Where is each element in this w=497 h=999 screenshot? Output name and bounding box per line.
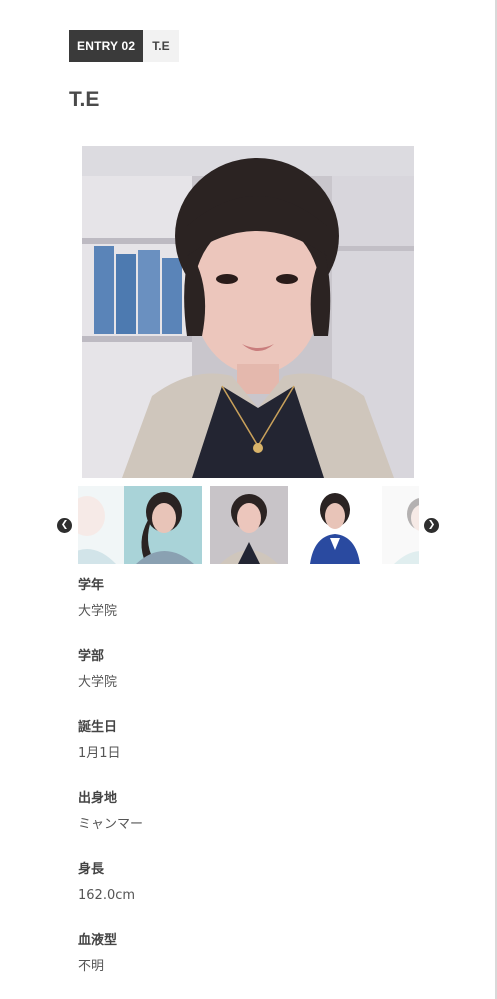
thumbnail-image	[210, 486, 288, 564]
thumbnail-item[interactable]	[210, 486, 288, 564]
thumbnail-image	[382, 486, 419, 564]
carousel-prev-button[interactable]: ❮	[57, 518, 72, 533]
entry-number: ENTRY 02	[69, 30, 144, 62]
field-value: 大学院	[78, 604, 118, 619]
thumbnail-item[interactable]	[78, 486, 126, 564]
field-value: 不明	[78, 959, 105, 974]
field-label: 出身地	[78, 791, 118, 806]
thumbnail-item[interactable]	[382, 486, 419, 564]
profile-details: 学年 大学院 学部 大学院 誕生日 1月1日 出身地 ミャンマー 身長 162.…	[78, 575, 418, 999]
field-label: 血液型	[78, 933, 118, 948]
entry-badge: ENTRY 02 T.E	[69, 30, 179, 62]
field-label: 誕生日	[78, 720, 118, 735]
thumbnail-item[interactable]	[124, 486, 202, 564]
field-label: 学年	[78, 578, 105, 593]
field-label: 身長	[78, 862, 105, 877]
entry-page: ENTRY 02 T.E T.E ❮ ❯ 学年 大学院 学部 大学院 誕生日 1…	[0, 0, 497, 999]
profile-field-height: 身長 162.0cm	[78, 859, 418, 930]
field-value: ミャンマー	[78, 817, 144, 832]
chevron-left-icon: ❮	[60, 520, 69, 530]
profile-field-hometown: 出身地 ミャンマー	[78, 788, 418, 859]
field-value: 162.0cm	[78, 888, 136, 903]
thumbnail-image	[124, 486, 202, 564]
candidate-name: T.E	[69, 88, 100, 111]
field-value: 大学院	[78, 675, 118, 690]
field-value: 1月1日	[78, 746, 121, 761]
profile-field-birthday: 誕生日 1月1日	[78, 717, 418, 788]
thumbnail-carousel	[78, 486, 419, 565]
chevron-right-icon: ❯	[427, 520, 436, 530]
thumbnail-image	[296, 486, 374, 564]
thumbnail-image	[78, 486, 126, 564]
profile-field-faculty: 学部 大学院	[78, 646, 418, 717]
main-photo	[82, 146, 414, 478]
thumbnail-item[interactable]	[296, 486, 374, 564]
entry-initials: T.E	[143, 30, 179, 62]
profile-field-grade: 学年 大学院	[78, 575, 418, 646]
field-label: 学部	[78, 649, 105, 664]
carousel-next-button[interactable]: ❯	[424, 518, 439, 533]
portrait-photo-image	[82, 146, 414, 478]
profile-field-blood-type: 血液型 不明	[78, 930, 418, 999]
